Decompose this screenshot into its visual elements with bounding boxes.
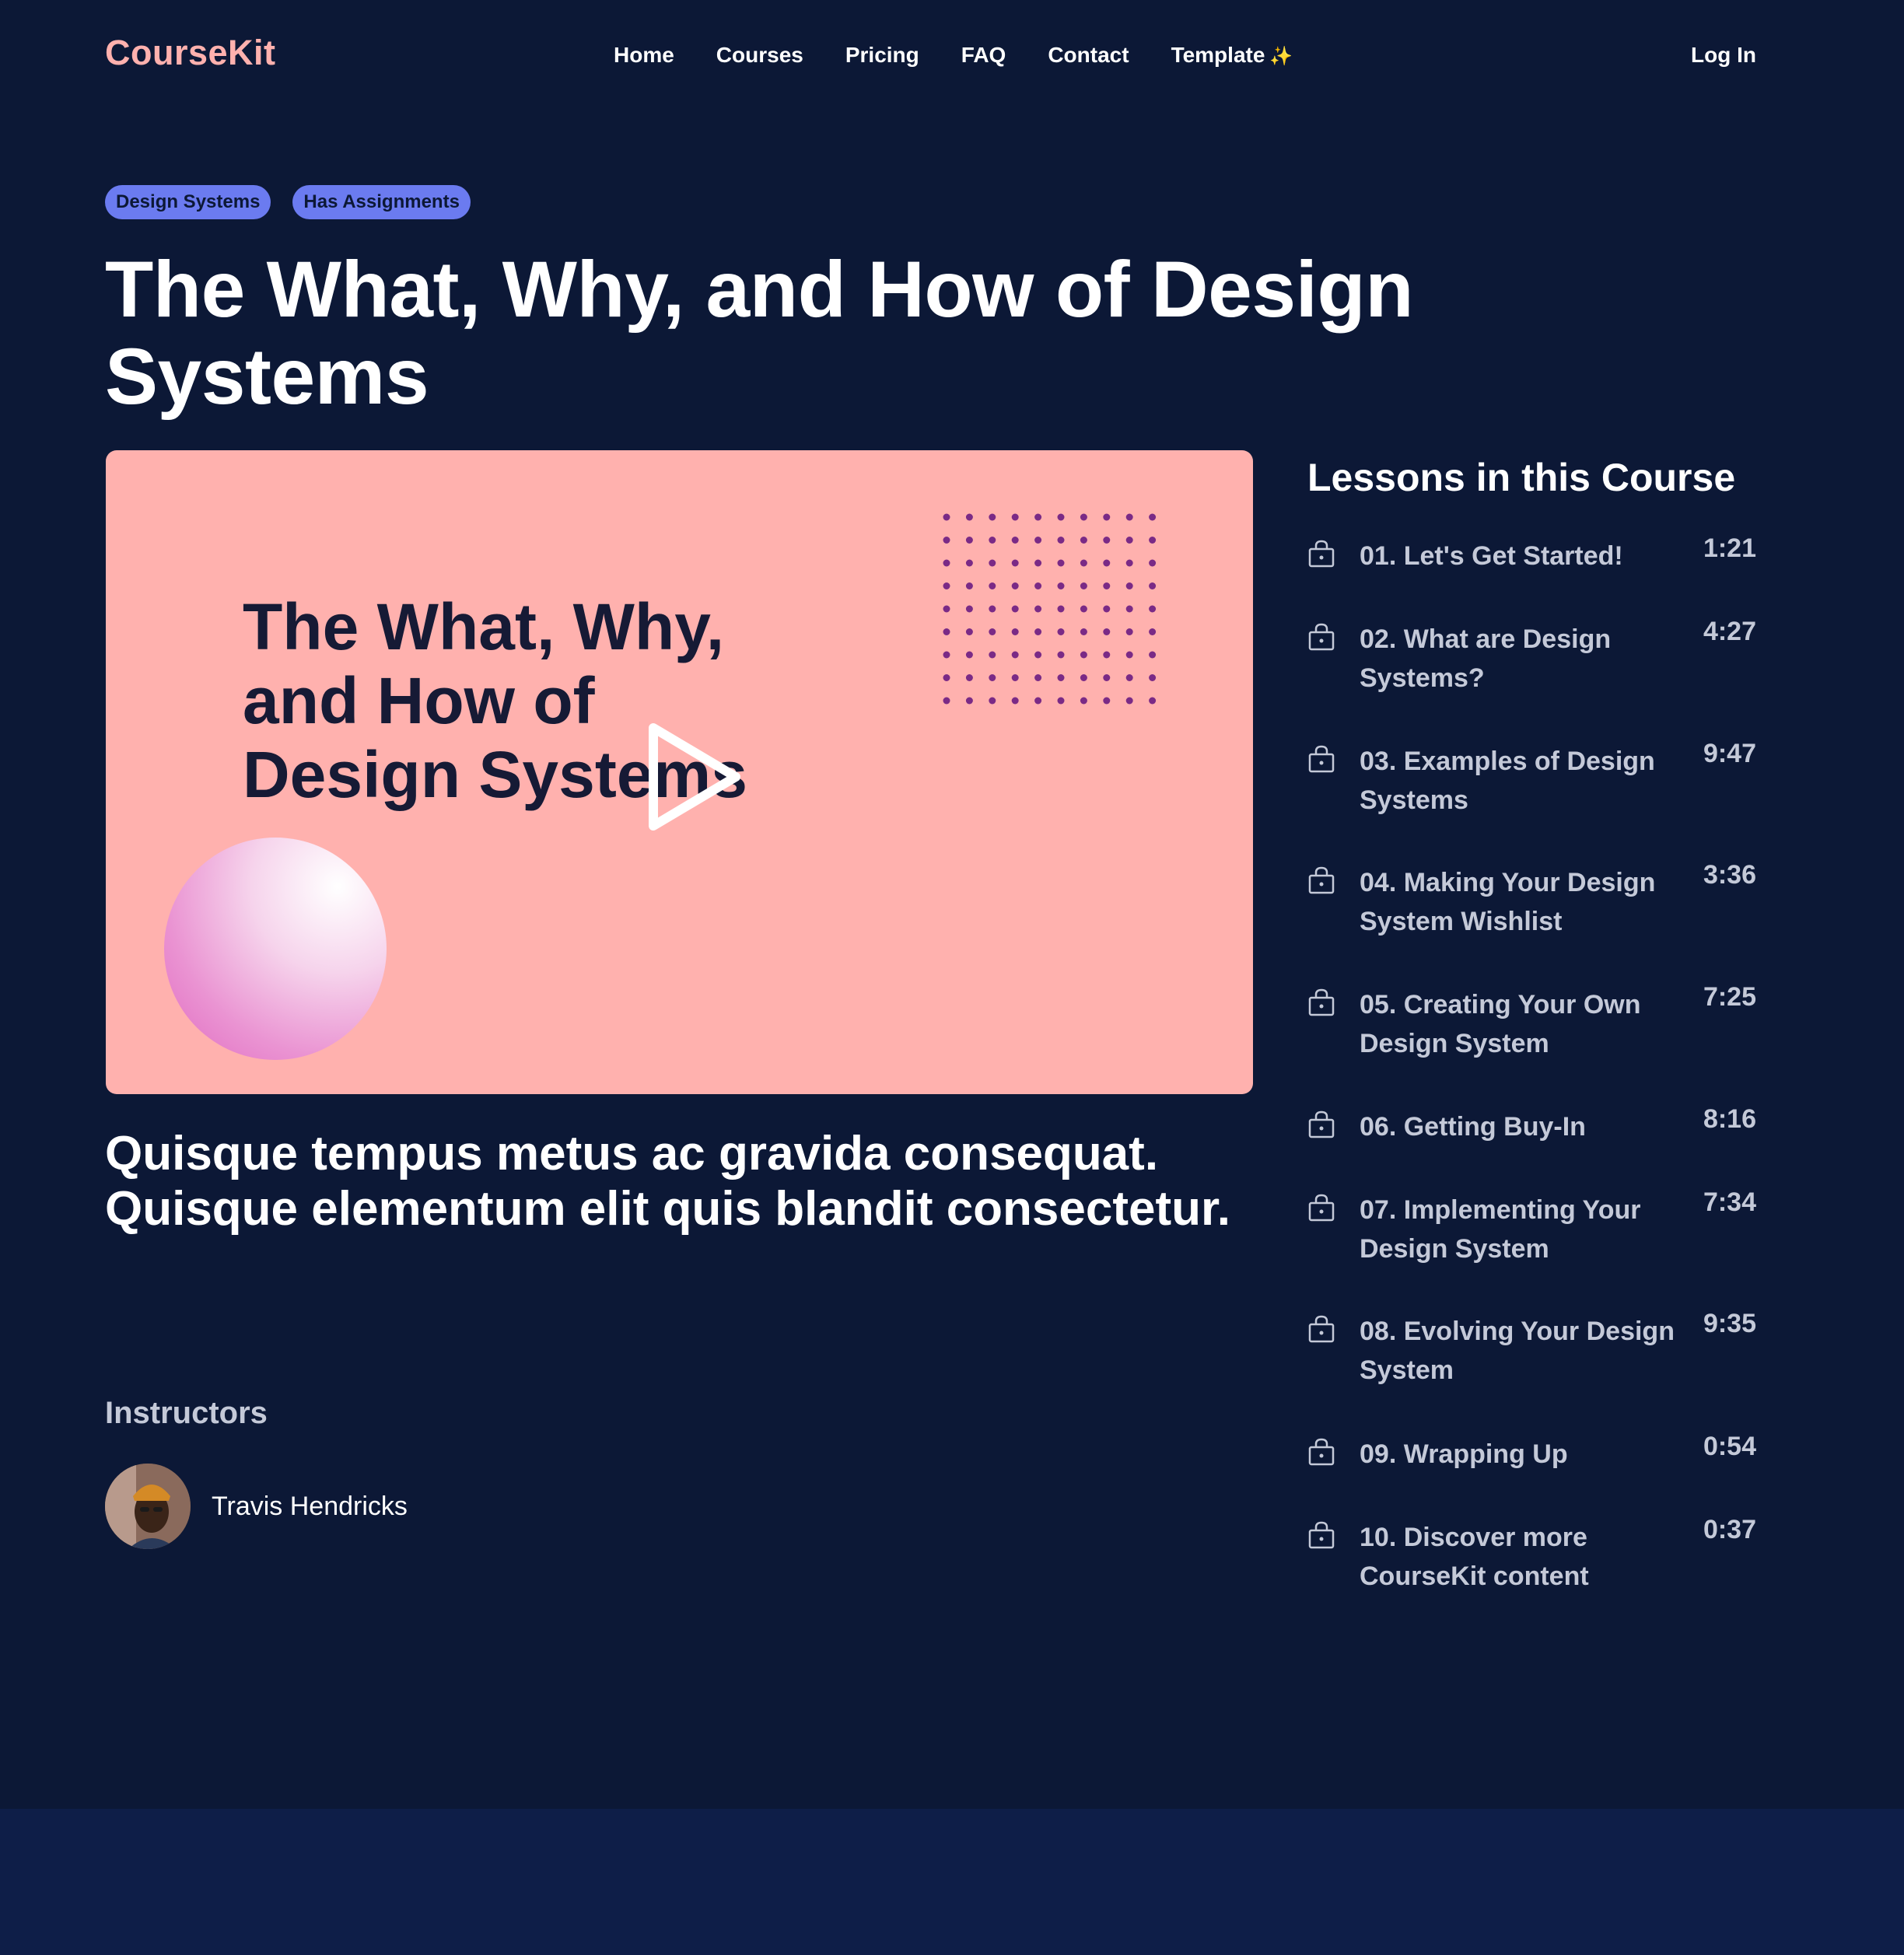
lock-icon [1308,866,1335,894]
lock-icon [1308,988,1335,1016]
lock-icon [1308,1438,1335,1466]
lesson-duration: 3:36 [1703,860,1756,890]
lock-icon [1308,745,1335,773]
instructor-name: Travis Hendricks [212,1491,408,1521]
instructors-heading: Instructors [105,1396,268,1430]
lesson-item[interactable]: 03. Examples of Design Systems 9:47 [1307,739,1756,832]
lesson-duration: 9:35 [1703,1309,1756,1338]
lesson-title: 08. Evolving Your Design System [1360,1317,1675,1385]
video-player[interactable]: The What, Why, and How of Design Systems [106,450,1253,1094]
gradient-sphere [164,838,387,1060]
lesson-title: 05. Creating Your Own Design System [1360,990,1641,1058]
page: CourseKit Home Courses Pricing FAQ Conta… [0,0,1904,1809]
course-tags: Design Systems Has Assignments [105,185,471,219]
lock-icon [1308,540,1335,568]
lock-icon [1308,1521,1335,1549]
lesson-item[interactable]: 09. Wrapping Up 0:54 [1307,1432,1756,1525]
nav-link-template[interactable]: Template ✨ [1171,43,1293,68]
lesson-title: 06. Getting Buy-In [1360,1112,1586,1142]
lesson-duration: 0:54 [1703,1432,1756,1461]
lesson-duration: 0:37 [1703,1515,1756,1544]
tag-has-assignments[interactable]: Has Assignments [292,185,471,219]
course-description: Quisque tempus metus ac gravida consequa… [105,1127,1230,1236]
lesson-duration: 8:16 [1703,1104,1756,1134]
lesson-title: 01. Let's Get Started! [1360,541,1623,571]
lesson-duration: 9:47 [1703,739,1756,768]
play-icon[interactable] [644,719,745,835]
lesson-title: 03. Examples of Design Systems [1360,747,1655,815]
nav-link-template-label: Template [1171,43,1265,67]
tag-design-systems[interactable]: Design Systems [105,185,271,219]
logo[interactable]: CourseKit [105,33,276,73]
nav-link-courses[interactable]: Courses [716,43,803,68]
lesson-duration: 4:27 [1703,617,1756,646]
lesson-title: 07. Implementing Your Design System [1360,1195,1641,1264]
lessons-heading: Lessons in this Course [1307,456,1736,499]
lesson-duration: 7:34 [1703,1187,1756,1217]
lock-icon [1308,1315,1335,1343]
dot-pattern [943,513,1157,705]
lock-icon [1308,1110,1335,1138]
lesson-item[interactable]: 08. Evolving Your Design System 9:35 [1307,1309,1756,1402]
nav-link-pricing[interactable]: Pricing [845,43,919,68]
lesson-item[interactable]: 05. Creating Your Own Design System 7:25 [1307,982,1756,1075]
course-title: The What, Why, and How of Design Systems [105,245,1414,421]
lesson-title: 10. Discover more CourseKit content [1360,1523,1589,1591]
lock-icon [1308,1194,1335,1222]
nav-link-home[interactable]: Home [614,43,674,68]
lesson-title: 04. Making Your Design System Wishlist [1360,868,1656,936]
avatar-image [105,1464,191,1549]
nav-link-contact[interactable]: Contact [1048,43,1129,68]
avatar [105,1464,191,1549]
lesson-title: 09. Wrapping Up [1360,1439,1568,1469]
lesson-duration: 1:21 [1703,533,1756,563]
lesson-item[interactable]: 07. Implementing Your Design System 7:34 [1307,1187,1756,1281]
lesson-item[interactable]: 06. Getting Buy-In 8:16 [1307,1104,1756,1198]
login-link[interactable]: Log In [1691,43,1756,68]
lesson-title: 02. What are Design Systems? [1360,624,1612,693]
nav-link-faq[interactable]: FAQ [961,43,1006,68]
sparkle-icon: ✨ [1269,46,1293,67]
instructor[interactable]: Travis Hendricks [105,1464,408,1549]
lesson-item[interactable]: 01. Let's Get Started! 1:21 [1307,533,1756,627]
lesson-item[interactable]: 10. Discover more CourseKit content 0:37 [1307,1515,1756,1608]
lesson-duration: 7:25 [1703,982,1756,1012]
lesson-item[interactable]: 02. What are Design Systems? 4:27 [1307,617,1756,710]
lock-icon [1308,623,1335,651]
lesson-item[interactable]: 04. Making Your Design System Wishlist 3:… [1307,860,1756,953]
main-nav: Home Courses Pricing FAQ Contact Templat… [614,43,1335,68]
footer [0,1809,1904,1955]
